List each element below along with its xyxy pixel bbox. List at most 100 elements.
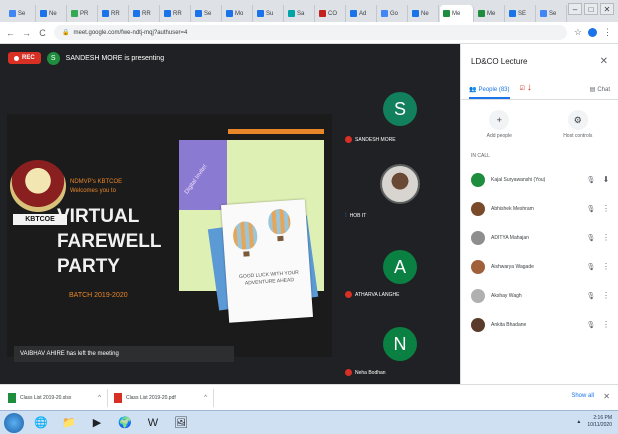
tab-favicon-icon: [509, 10, 516, 17]
browser-tab[interactable]: SE: [506, 5, 536, 22]
participant-avatar: [471, 230, 485, 245]
participant-row[interactable]: Akshay Wagh 🎙 ⋮: [461, 281, 618, 310]
browser-tab[interactable]: Se: [537, 5, 567, 22]
browser-tab[interactable]: RR: [161, 5, 191, 22]
participant-name: Ankita Bhadane: [491, 321, 527, 328]
toolbar-extensions: ☆ ⋮: [574, 27, 612, 38]
close-icon[interactable]: ✕: [603, 392, 610, 401]
tab-favicon-icon: [226, 10, 233, 17]
browser-tab[interactable]: Ne: [409, 5, 439, 22]
participant-avatar: [471, 259, 485, 274]
welcome-line-1: NDMVP's KBTCOE: [70, 179, 123, 185]
chrome-icon[interactable]: 🌍: [114, 414, 136, 432]
participant-name: Abhishek Meshram: [491, 205, 534, 212]
participant-row[interactable]: Abhishek Meshram 🎙 ⋮: [461, 194, 618, 223]
more-options-icon[interactable]: ⋮: [602, 291, 610, 300]
host-controls-button[interactable]: ⚙ Host controls: [563, 110, 592, 139]
browser-tab[interactable]: PR: [68, 5, 98, 22]
participant-row[interactable]: Aishwarya Wagade 🎙 ⋮: [461, 252, 618, 281]
tile-name-label: Neha Bodhan: [345, 369, 386, 376]
participant-row[interactable]: Ankita Bhadane 🎙 ⋮: [461, 310, 618, 339]
pin-icon: [345, 291, 352, 298]
more-options-icon[interactable]: ⋮: [602, 262, 610, 271]
mic-off-icon[interactable]: 🎙: [586, 292, 596, 300]
participant-name: Aishwarya Wagade: [491, 263, 534, 270]
more-options-icon[interactable]: ⋮: [602, 204, 610, 213]
tab-favicon-icon: [102, 10, 109, 17]
tab-label: RR: [142, 10, 151, 17]
tile-name-label: SANDESH MORE: [345, 136, 396, 143]
chevron-up-icon[interactable]: ^: [98, 395, 101, 401]
start-button[interactable]: [4, 412, 24, 433]
more-options-icon[interactable]: ⋮: [602, 233, 610, 242]
speaking-indicator-icon: ⁞: [345, 213, 347, 219]
tab-label: Se: [18, 10, 26, 17]
close-icon[interactable]: ✕: [600, 56, 608, 67]
mic-off-icon[interactable]: 🎙: [586, 263, 596, 271]
tab-favicon-icon: [288, 10, 295, 17]
tab-favicon-icon: [40, 10, 47, 17]
browser-tab[interactable]: Se: [192, 5, 222, 22]
browser-tab[interactable]: Ad: [347, 5, 377, 22]
participant-row[interactable]: Kajal Suryawanshi (You) 🎙 ⬇: [461, 165, 618, 194]
browser-tab[interactable]: Su: [254, 5, 284, 22]
browser-tab[interactable]: CO: [316, 5, 346, 22]
mic-off-icon[interactable]: 🎙: [586, 176, 596, 184]
participant-row[interactable]: ADITYA Mahajan 🎙 ⋮: [461, 223, 618, 252]
tab-label: Mo: [235, 10, 244, 17]
show-all-downloads-button[interactable]: Show all: [571, 393, 594, 399]
participant-name: Kajal Suryawanshi (You): [491, 176, 546, 183]
browser-tab[interactable]: Sa: [285, 5, 315, 22]
browser-tab[interactable]: Se: [6, 5, 36, 22]
minimize-button[interactable]: –: [568, 3, 582, 15]
taskbar-clock[interactable]: 2:16 PM 10/11/2020: [587, 415, 612, 429]
chevron-up-icon[interactable]: ^: [204, 395, 207, 401]
bookmark-star-icon[interactable]: ☆: [574, 27, 582, 38]
maximize-button[interactable]: □: [584, 3, 598, 15]
forward-icon[interactable]: →: [22, 28, 31, 38]
reload-icon[interactable]: C: [38, 28, 47, 38]
download-item[interactable]: Class List 2019-20.pdf ^: [114, 388, 214, 407]
browser-tab[interactable]: Go: [378, 5, 408, 22]
profile-avatar[interactable]: [588, 28, 597, 37]
word-icon[interactable]: W: [142, 414, 164, 432]
browser-tab[interactable]: Me: [475, 5, 505, 22]
more-options-icon[interactable]: ⋮: [602, 320, 610, 329]
greeting-card: GOOD LUCK WITH YOUR ADVENTURE AHEAD: [220, 199, 314, 323]
presentation-topbar: REC S SANDESH MORE is presenting: [0, 44, 460, 72]
browser-tab[interactable]: RR: [130, 5, 160, 22]
tab-label: Su: [266, 10, 274, 17]
slide-title-line-2: FAREWELL: [57, 231, 162, 252]
tab-label: Go: [390, 10, 399, 17]
tab-chat[interactable]: ▤ Chat: [590, 86, 610, 99]
participant-name: ADITYA Mahajan: [491, 234, 529, 241]
arrow-down-icon: ↓: [526, 82, 532, 93]
browser-menu-icon[interactable]: ⋮: [603, 27, 612, 38]
media-player-icon[interactable]: ▶: [86, 414, 108, 432]
participant-avatar: [471, 201, 485, 216]
back-icon[interactable]: ←: [6, 28, 15, 38]
browser-tab[interactable]: Me: [440, 5, 474, 22]
close-window-button[interactable]: ✕: [600, 3, 614, 15]
in-call-section-label: IN CALL: [471, 153, 490, 159]
slide-title-line-1: VIRTUAL: [57, 206, 140, 227]
download-item[interactable]: Class List 2019-20.xlsx ^: [8, 388, 108, 407]
meet-stage: REC S SANDESH MORE is presenting KBTCOE …: [0, 44, 460, 384]
add-people-label: Add people: [486, 133, 512, 139]
file-explorer-icon[interactable]: 📁: [58, 414, 80, 432]
balloon-icon: [267, 208, 292, 235]
mic-off-icon[interactable]: 🎙: [586, 205, 596, 213]
url-field[interactable]: 🔒 meet.google.com/fwe-ndtj-mqj?authuser=…: [54, 25, 567, 40]
network-icon[interactable]: ▲: [576, 419, 581, 425]
photos-icon[interactable]: 🖼: [170, 414, 192, 432]
add-people-button[interactable]: + Add people: [487, 110, 512, 139]
more-options-icon[interactable]: ⬇: [602, 175, 610, 184]
mic-off-icon[interactable]: 🎙: [586, 234, 596, 242]
browser-tab[interactable]: RR: [99, 5, 129, 22]
ie-icon[interactable]: 🌐: [30, 414, 52, 432]
download-filename: Class List 2019-20.xlsx: [20, 394, 72, 401]
browser-tab[interactable]: Ne: [37, 5, 67, 22]
browser-tab[interactable]: Mo: [223, 5, 253, 22]
tab-people[interactable]: 👥 People (83): [469, 86, 510, 99]
mic-off-icon[interactable]: 🎙: [586, 321, 596, 329]
